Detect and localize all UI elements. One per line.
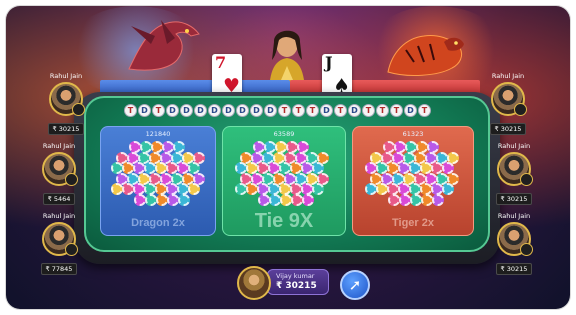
- history-chip: T: [278, 104, 291, 117]
- bet-chip: [178, 193, 190, 206]
- tie-bet-zone[interactable]: 63589 Tie 9X: [222, 126, 346, 236]
- tiger-chip-pile: [365, 141, 463, 211]
- history-chip: D: [250, 104, 263, 117]
- history-chip: D: [194, 104, 207, 117]
- bet-chip: [442, 183, 454, 195]
- tiger-zone-label: Tiger 2x: [392, 217, 434, 229]
- dragon-card: 7 ♥: [212, 54, 242, 96]
- level-badge: [72, 103, 85, 116]
- history-chip: D: [222, 104, 235, 117]
- player-balance: ₹ 30215: [495, 263, 533, 275]
- current-player-avatar[interactable]: [237, 266, 271, 300]
- bet-chip: [188, 183, 200, 195]
- bet-chip: [302, 193, 314, 206]
- history-chip: D: [404, 104, 417, 117]
- level-badge: [514, 103, 527, 116]
- current-player-name: Vijay kumar: [276, 272, 315, 280]
- bet-chip: [432, 193, 444, 206]
- player-seat-left-1[interactable]: Rahul Jain ₹ 30215: [36, 72, 96, 135]
- results-history: TDTDDDDDDDDTTTDTDTTTDT: [124, 104, 452, 118]
- player-seat-left-2[interactable]: Rahul Jain ₹ 5464: [29, 142, 89, 205]
- player-balance: ₹ 77845: [40, 263, 78, 275]
- player-name: Rahul Jain: [497, 212, 531, 220]
- share-arrow-icon[interactable]: ➚: [340, 270, 370, 300]
- dragon-chip-pile: [111, 141, 207, 211]
- player-name: Rahul Jain: [42, 212, 76, 220]
- tiger-bet-zone[interactable]: 61323 Tiger 2x: [352, 126, 474, 236]
- history-chip: D: [138, 104, 151, 117]
- player-name: Rahul Jain: [491, 72, 525, 80]
- dragon-icon: [128, 20, 200, 71]
- tie-bet-count: 63589: [273, 130, 295, 138]
- tiger-card-rank: J: [325, 53, 333, 72]
- player-seat-right-3[interactable]: Rahul Jain ₹ 30215: [484, 212, 544, 275]
- dragon-card-rank: 7: [215, 53, 227, 72]
- tiger-card: J ♠: [322, 54, 352, 96]
- dragon-bet-count: 121840: [145, 130, 171, 138]
- player-balance: ₹ 30215: [47, 123, 85, 135]
- avatar: [49, 82, 85, 116]
- tie-chip-pile: [235, 141, 335, 211]
- player-balance: ₹ 30215: [489, 123, 527, 135]
- history-chip: D: [264, 104, 277, 117]
- history-chip: D: [320, 104, 333, 117]
- current-player-balance: ₹ 30215: [276, 281, 317, 291]
- avatar: [491, 82, 527, 116]
- avatar: [42, 222, 78, 256]
- dragon-bet-zone[interactable]: 121840 Dragon 2x: [100, 126, 216, 236]
- history-chip: T: [334, 104, 347, 117]
- history-chip: D: [180, 104, 193, 117]
- history-chip: T: [306, 104, 319, 117]
- history-chip: T: [418, 104, 431, 117]
- tiger-bet-count: 61323: [402, 130, 424, 138]
- level-badge: [65, 173, 78, 186]
- history-chip: D: [208, 104, 221, 117]
- player-seat-right-2[interactable]: Rahul Jain ₹ 30215: [484, 142, 544, 205]
- history-chip: T: [152, 104, 165, 117]
- tiger-icon: [387, 35, 464, 76]
- history-chip: T: [292, 104, 305, 117]
- current-player-info: Vijay kumar ₹ 30215: [267, 269, 329, 295]
- dragon-zone-label: Dragon 2x: [131, 217, 185, 229]
- avatar: [42, 152, 78, 186]
- tie-zone-label: Tie 9X: [254, 210, 314, 232]
- player-name: Rahul Jain: [497, 142, 531, 150]
- avatar: [497, 152, 533, 186]
- history-chip: T: [376, 104, 389, 117]
- history-chip: T: [124, 104, 137, 117]
- history-chip: D: [348, 104, 361, 117]
- player-balance: ₹ 30215: [495, 193, 533, 205]
- player-name: Rahul Jain: [42, 142, 76, 150]
- level-badge: [520, 243, 533, 256]
- player-balance: ₹ 5464: [42, 193, 76, 205]
- level-badge: [520, 173, 533, 186]
- current-player-panel: Vijay kumar ₹ 30215: [237, 266, 332, 300]
- history-chip: D: [166, 104, 179, 117]
- level-badge: [65, 243, 78, 256]
- avatar: [497, 222, 533, 256]
- history-chip: T: [362, 104, 375, 117]
- player-seat-right-1[interactable]: Rahul Jain ₹ 30215: [478, 72, 538, 135]
- player-name: Rahul Jain: [49, 72, 83, 80]
- history-chip: D: [236, 104, 249, 117]
- history-chip: T: [390, 104, 403, 117]
- player-seat-left-3[interactable]: Rahul Jain ₹ 77845: [29, 212, 89, 275]
- bet-chip: [312, 183, 324, 195]
